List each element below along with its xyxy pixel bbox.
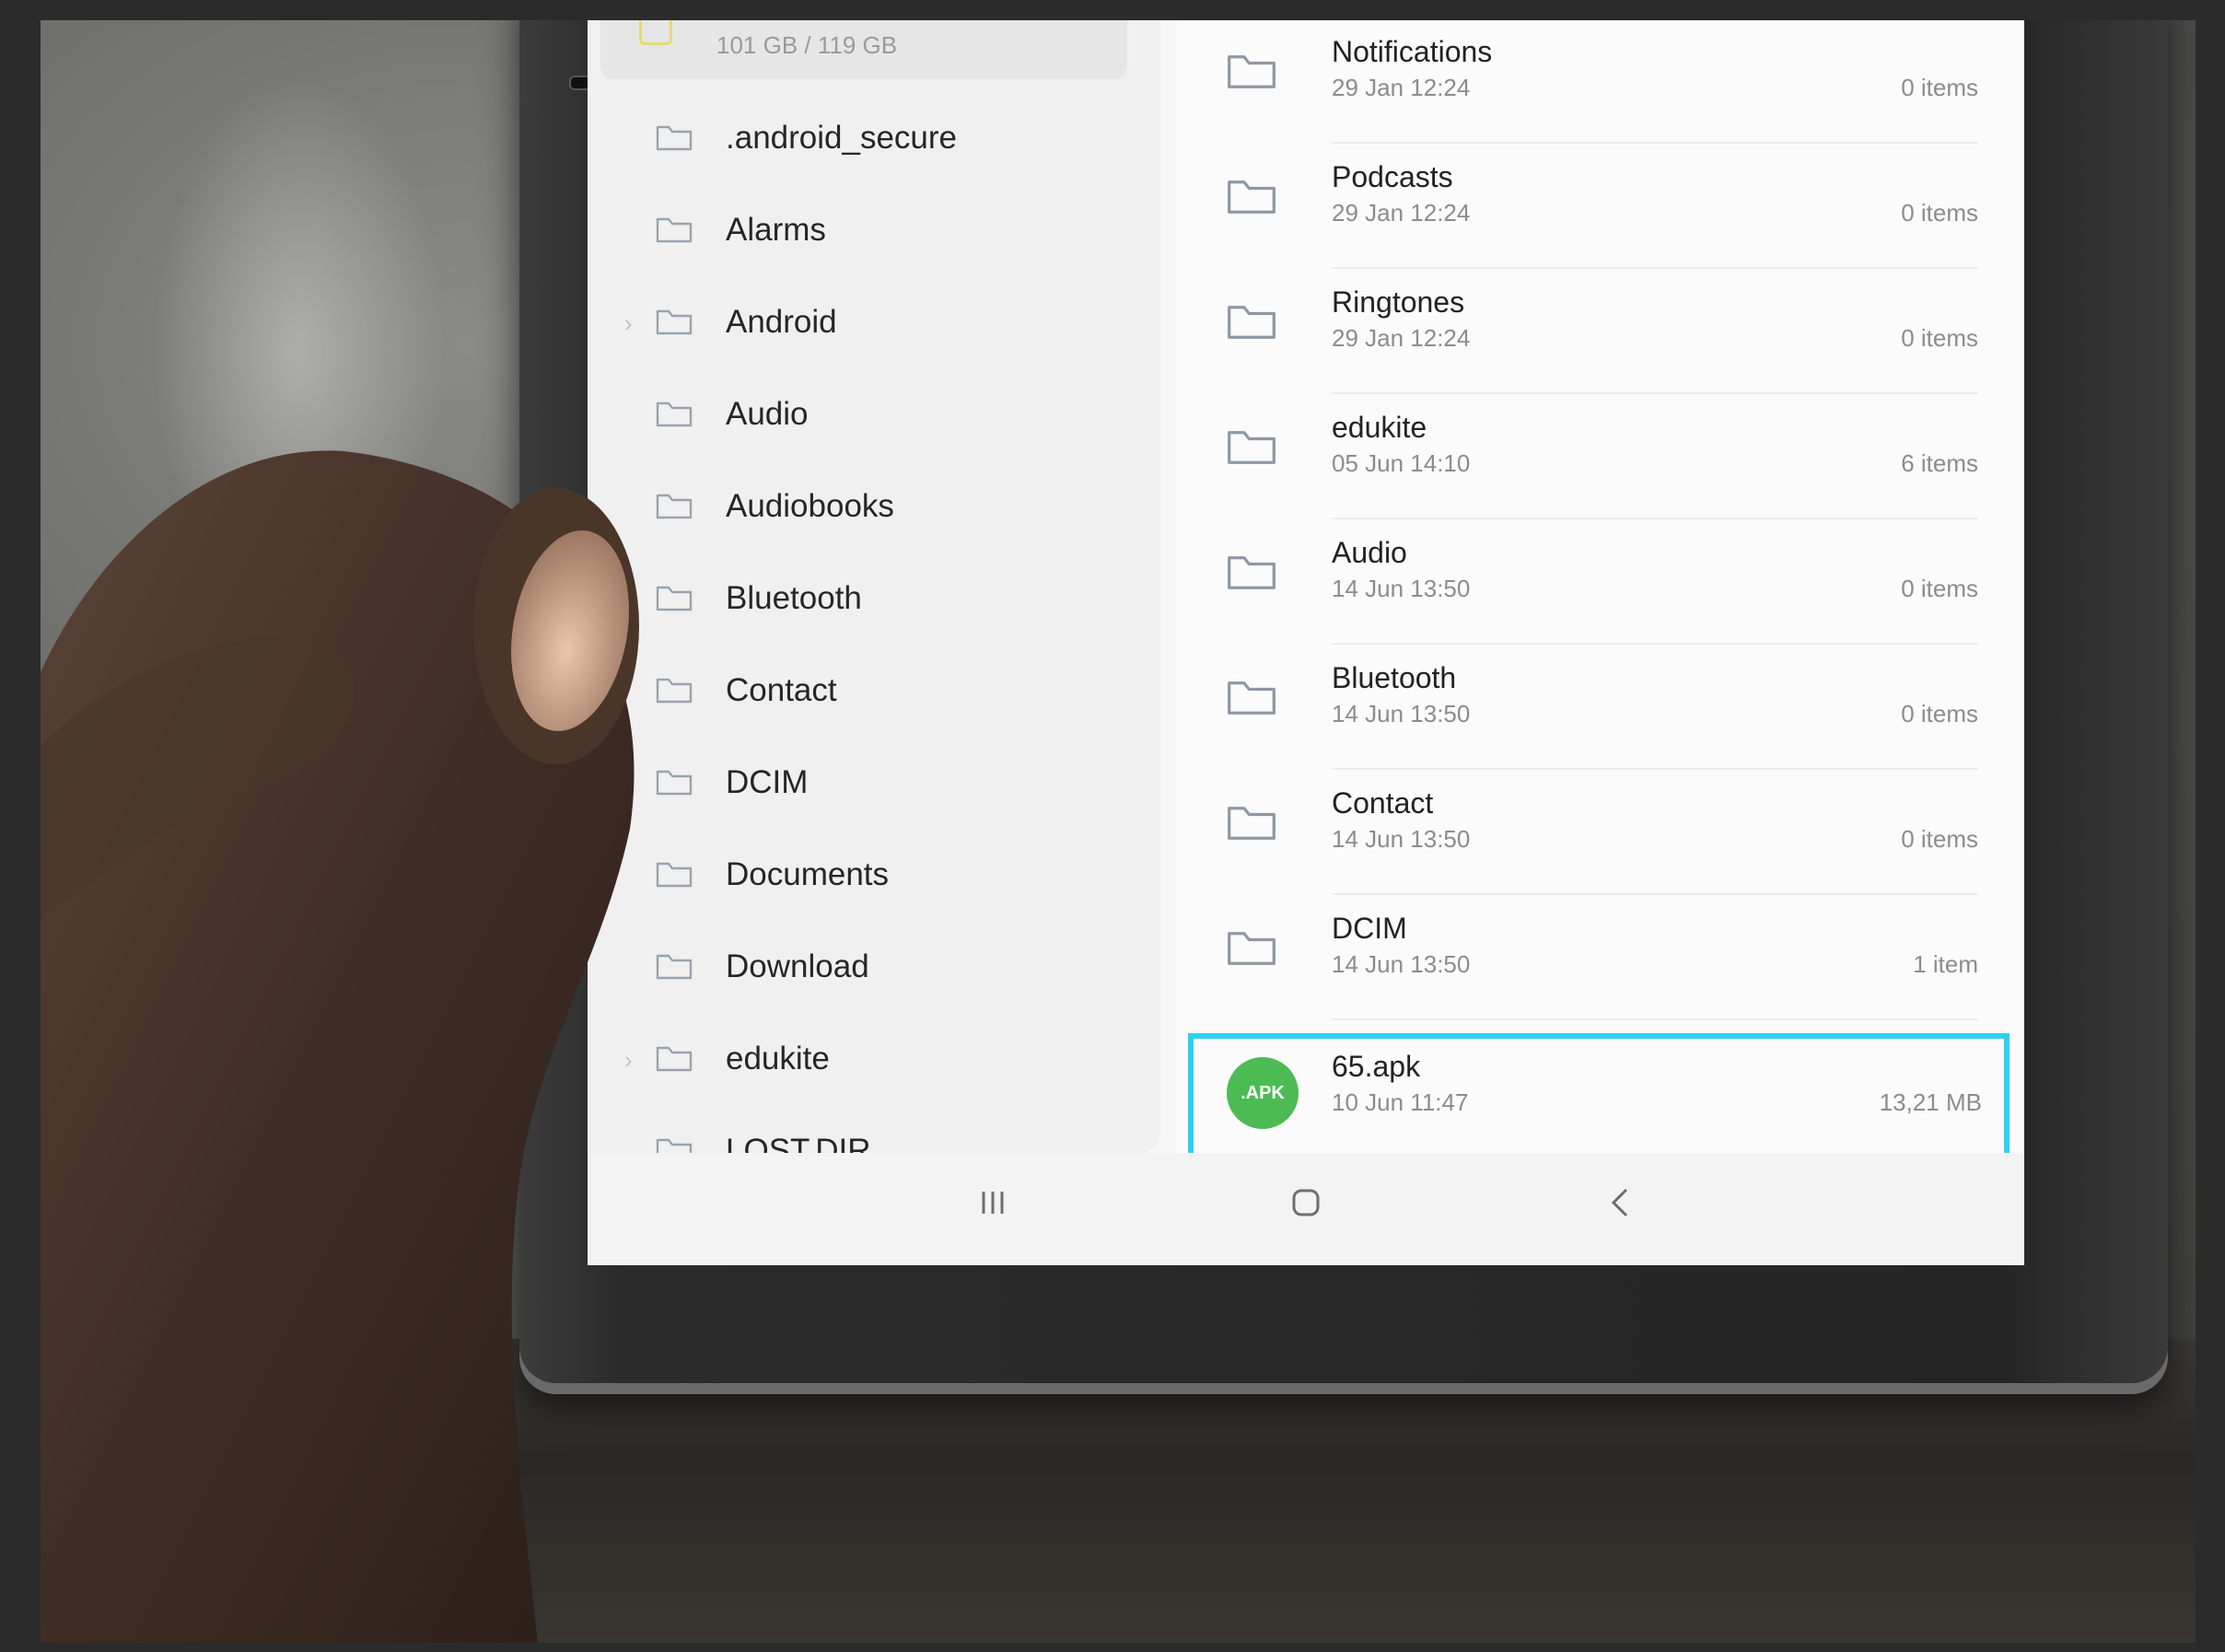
file-meta: 6 items [1901,449,1978,477]
tree-item[interactable]: Audiobooks [588,471,1160,545]
folder-icon [1227,928,1276,973]
file-meta: 13,21 MB [1879,1088,1982,1116]
folder-icon [1227,52,1276,97]
file-meta: 0 items [1901,825,1978,853]
folder-icon [656,123,693,157]
file-date: 14 Jun 13:50 [1332,950,1471,978]
file-name: DCIM [1332,912,1407,945]
file-date: 14 Jun 13:50 [1332,575,1471,602]
folder-row[interactable]: Bluetooth 14 Jun 13:50 0 items [1177,645,2006,770]
apk-file-row[interactable]: .APK 65.apk 10 Jun 11:47 13,21 MB [1188,1033,2009,1158]
file-date: 05 Jun 14:10 [1332,449,1471,477]
storage-card[interactable]: 101 GB / 119 GB [600,20,1127,79]
folder-row[interactable]: DCIM 14 Jun 13:50 1 item [1177,895,2006,1020]
row-divider [1332,1018,1978,1020]
folder-icon [1227,177,1276,222]
folder-row[interactable]: Audio 14 Jun 13:50 0 items [1177,519,2006,645]
tree-item[interactable]: Audio [588,379,1160,453]
tree-item[interactable]: Contact [588,656,1160,729]
folder-icon [656,860,693,894]
tree-item[interactable]: DCIM [588,748,1160,821]
tree-item-label: Download [726,948,869,984]
recent-apps-icon[interactable] [976,1186,1009,1224]
folder-tree-panel: 101 GB / 119 GB .android_secure Alarms › An… [588,20,1160,1169]
apk-icon: .APK [1227,1057,1299,1129]
tablet-screen: 101 GB / 119 GB .android_secure Alarms › An… [588,20,2024,1265]
tree-item-label: Bluetooth [726,580,862,616]
folder-icon [1227,553,1276,598]
file-list-panel: Notifications 29 Jan 12:24 0 items Podcasts… [1177,20,2024,1158]
folder-icon [1227,427,1276,472]
tree-item-label: DCIM [726,764,809,800]
tree-item-label: Audiobooks [726,488,894,524]
tree-item[interactable]: › Android [588,287,1160,361]
wall-light [151,76,446,628]
file-date: 14 Jun 13:50 [1332,825,1471,853]
tree-item-label: Documents [726,856,890,892]
file-name: Podcasts [1332,160,1453,193]
folder-row[interactable]: Contact 14 Jun 13:50 0 items [1177,770,2006,895]
file-meta: 0 items [1901,324,1978,352]
folder-icon [1227,302,1276,347]
tree-item[interactable]: Download [588,932,1160,1006]
folder-icon [656,952,693,986]
file-date: 29 Jan 12:24 [1332,74,1471,101]
folder-icon [656,768,693,802]
file-date: 10 Jun 11:47 [1332,1088,1469,1116]
folder-icon [656,492,693,526]
tree-item-label: Android [726,304,837,340]
tree-item[interactable]: Documents [588,840,1160,913]
tree-item-label: edukite [726,1041,830,1076]
sd-card-icon [639,20,672,45]
tree-item-label: .android_secure [726,120,957,156]
folder-icon [656,308,693,342]
file-name: Audio [1332,536,1407,569]
file-meta: 1 item [1913,950,1978,978]
folder-row[interactable]: edukite 05 Jun 14:10 6 items [1177,394,2006,519]
tree-item[interactable]: .android_secure [588,103,1160,177]
file-meta: 0 items [1901,74,1978,101]
chevron-right-icon[interactable]: › [624,1046,633,1075]
file-date: 29 Jan 12:24 [1332,199,1471,227]
file-meta: 0 items [1901,199,1978,227]
apk-badge: .APK [1227,1057,1299,1129]
folder-icon [656,676,693,710]
folder-icon [1227,678,1276,723]
folder-row[interactable]: Notifications 29 Jan 12:24 0 items [1177,20,2006,144]
file-name: Notifications [1332,35,1493,68]
folder-icon [656,1044,693,1078]
storage-usage: 101 GB / 119 GB [716,31,898,59]
file-name: Bluetooth [1332,661,1457,694]
folder-icon [656,215,693,250]
back-icon[interactable] [1604,1186,1637,1224]
folder-icon [1227,803,1276,848]
folder-icon [656,584,693,618]
file-meta: 0 items [1901,700,1978,727]
chevron-right-icon[interactable]: › [624,309,633,338]
floor [41,1339,2196,1643]
folder-row[interactable]: Podcasts 29 Jan 12:24 0 items [1177,144,2006,269]
file-name: edukite [1332,411,1427,444]
home-icon[interactable] [1289,1186,1322,1224]
tree-item[interactable]: › edukite [588,1024,1160,1098]
file-date: 14 Jun 13:50 [1332,700,1471,727]
tree-item-label: Contact [726,672,837,708]
file-name: 65.apk [1332,1050,1421,1083]
file-name: Contact [1332,786,1434,820]
folder-row[interactable]: Ringtones 29 Jan 12:24 0 items [1177,269,2006,394]
tree-item-label: Alarms [726,212,826,248]
tree-item[interactable]: Bluetooth [588,564,1160,637]
navigation-bar [588,1153,2024,1265]
tree-item[interactable]: Alarms [588,195,1160,269]
file-date: 29 Jan 12:24 [1332,324,1471,352]
file-meta: 0 items [1901,575,1978,602]
tree-item-label: Audio [726,396,809,432]
file-name: Ringtones [1332,285,1465,319]
folder-icon [656,400,693,434]
